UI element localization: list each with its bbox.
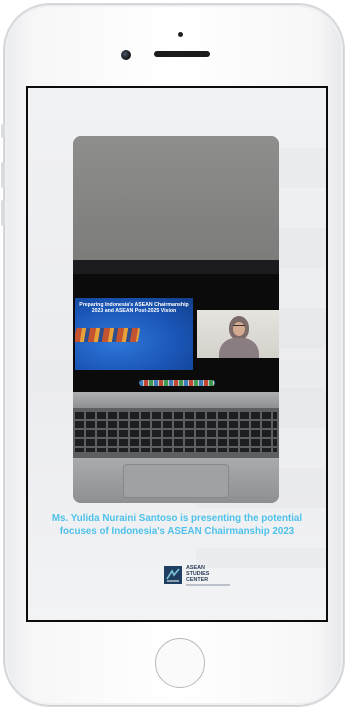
cargo-ship-image: [75, 328, 141, 342]
logo-tagline: [186, 584, 230, 586]
laptop-hinge: [73, 392, 279, 408]
earpiece-speaker: [154, 51, 210, 57]
laptop-screen: Preparing Indonesia's ASEAN Chairmanship…: [73, 260, 279, 392]
keyboard-keys: [75, 412, 277, 452]
presentation-slide: Preparing Indonesia's ASEAN Chairmanship…: [75, 298, 193, 370]
photo-wall: [73, 136, 279, 266]
laptop-keyboard: [73, 408, 279, 458]
laptop-trackpad: [123, 464, 229, 498]
post-caption: Ms. Yulida Nuraini Santoso is presenting…: [51, 513, 303, 537]
volume-up-button[interactable]: [1, 162, 5, 188]
logo-text: ASEAN STUDIES CENTER: [186, 565, 234, 583]
home-button[interactable]: [155, 638, 205, 688]
speaker-video-tile: [197, 310, 279, 358]
event-photo[interactable]: Preparing Indonesia's ASEAN Chairmanship…: [73, 136, 279, 503]
phone-screen: Preparing Indonesia's ASEAN Chairmanship…: [26, 86, 328, 622]
front-camera-icon: [121, 50, 131, 60]
mute-switch[interactable]: [1, 124, 5, 138]
proximity-sensor: [178, 32, 183, 37]
speaker-glasses: [233, 325, 245, 329]
speaker-body: [219, 338, 259, 358]
logo-line-3: CENTER: [186, 576, 209, 583]
volume-down-button[interactable]: [1, 200, 5, 226]
laptop-palmrest: [73, 458, 279, 503]
asean-studies-center-logo: ASEAN STUDIES CENTER: [164, 564, 234, 588]
story-background: Preparing Indonesia's ASEAN Chairmanship…: [28, 88, 326, 620]
laptop-menubar: [73, 260, 279, 274]
laptop-dock: [139, 380, 215, 386]
asc-logo-icon: [164, 566, 182, 584]
slide-title: Preparing Indonesia's ASEAN Chairmanship…: [79, 302, 189, 315]
